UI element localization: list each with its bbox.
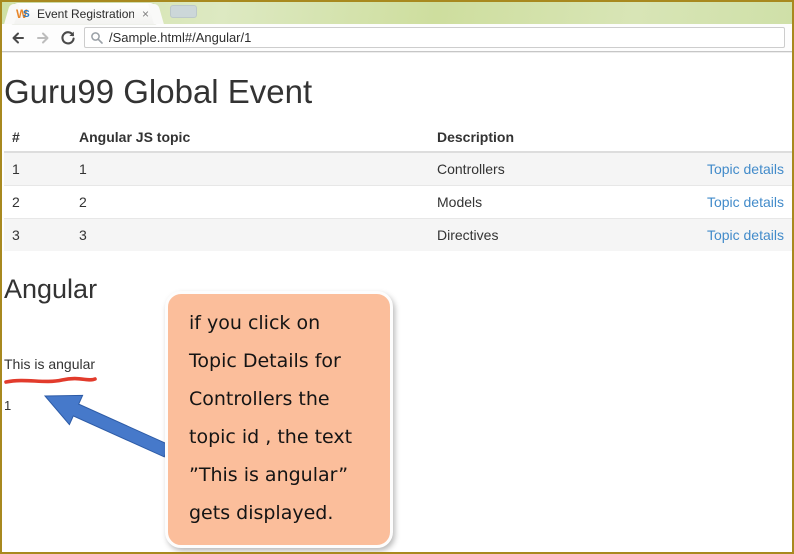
callout-line: if you click on xyxy=(189,304,386,342)
topic-details-link[interactable]: Topic details xyxy=(707,194,784,210)
topic-details-link[interactable]: Topic details xyxy=(707,227,784,243)
search-icon xyxy=(90,31,104,45)
back-button[interactable] xyxy=(9,29,27,47)
page-title: Guru99 Global Event xyxy=(4,73,792,111)
back-icon xyxy=(10,30,26,46)
row-num-cell: 2 xyxy=(4,186,71,219)
tab-title: Event Registration xyxy=(37,7,134,21)
reload-button[interactable] xyxy=(59,29,77,47)
page-content: Guru99 Global Event # Angular JS topic D… xyxy=(2,73,792,413)
table-header-row: # Angular JS topic Description xyxy=(4,123,792,152)
site-favicon-icon: W S xyxy=(16,7,32,21)
row-topic-cell: 3 xyxy=(71,219,429,252)
row-description-cell: Directives xyxy=(429,219,672,252)
row-description-cell: Models xyxy=(429,186,672,219)
browser-toolbar: /Sample.html#/Angular/1 xyxy=(2,24,792,52)
header-link xyxy=(672,123,792,152)
row-topic-cell: 2 xyxy=(71,186,429,219)
close-icon[interactable]: × xyxy=(139,7,152,21)
row-description-cell: Controllers xyxy=(429,152,672,186)
topics-table: # Angular JS topic Description 1 1 Contr… xyxy=(4,123,792,251)
url-text: /Sample.html#/Angular/1 xyxy=(109,30,251,45)
callout-line: ”This is angular” xyxy=(189,456,386,494)
callout-line: Topic Details for xyxy=(189,342,386,380)
table-row: 3 3 Directives Topic details xyxy=(4,219,792,252)
topic-details-link[interactable]: Topic details xyxy=(707,161,784,177)
table-row: 2 2 Models Topic details xyxy=(4,186,792,219)
tab-bar: W S Event Registration × xyxy=(2,2,792,24)
reload-icon xyxy=(60,30,76,46)
annotation-callout: if you click on Topic Details for Contro… xyxy=(165,291,393,548)
favicon-letter-s: S xyxy=(23,8,30,21)
row-num-cell: 3 xyxy=(4,219,71,252)
header-topic: Angular JS topic xyxy=(71,123,429,152)
header-description: Description xyxy=(429,123,672,152)
browser-window: W S Event Registration × xyxy=(0,0,794,554)
browser-tab[interactable]: W S Event Registration × xyxy=(12,3,156,24)
callout-line: gets displayed. xyxy=(189,494,386,532)
row-topic-cell: 1 xyxy=(71,152,429,186)
new-tab-button[interactable] xyxy=(170,5,197,18)
callout-line: topic id , the text xyxy=(189,418,386,456)
forward-button[interactable] xyxy=(34,29,52,47)
detail-text: This is angular xyxy=(4,356,792,372)
annotation-arrow-icon xyxy=(30,382,180,467)
forward-icon xyxy=(35,30,51,46)
row-num-cell: 1 xyxy=(4,152,71,186)
address-bar[interactable]: /Sample.html#/Angular/1 xyxy=(84,27,785,48)
section-title: Angular xyxy=(4,274,792,304)
header-num: # xyxy=(4,123,71,152)
table-row: 1 1 Controllers Topic details xyxy=(4,152,792,186)
callout-line: Controllers the xyxy=(189,380,386,418)
